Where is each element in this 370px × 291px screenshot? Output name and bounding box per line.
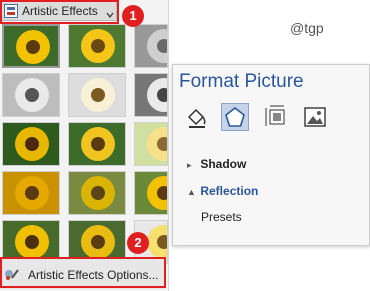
chevron-right-icon: ▸ [187,160,192,170]
sunflower-center [157,137,167,151]
sunflower-center [157,186,167,200]
sunflower-center [91,186,105,200]
effect-thumbnail-chalk-sketch[interactable] [134,73,168,117]
effect-thumbnail-texturizer[interactable] [134,171,168,215]
presets-label: Presets [201,210,242,224]
tab-effects[interactable] [221,103,249,131]
effect-thumbnail-none[interactable] [2,24,60,68]
presets-item[interactable]: Presets [201,210,242,224]
sunflower-center [157,235,167,249]
section-shadow-label: Shadow [200,157,247,171]
sunflower-center [91,137,105,151]
sunflower-center [25,186,39,200]
effect-thumbnail-paint-brush[interactable] [68,122,126,166]
highlight-options [0,257,166,288]
sunflower-center [91,39,105,53]
highlight-artistic-effects [0,0,119,24]
sunflower-center [25,88,39,102]
section-shadow[interactable]: ▸ Shadow [187,157,246,171]
effect-thumbnail-glow-diffused[interactable] [134,122,168,166]
effects-pentagon-icon [222,106,248,134]
effect-thumbnail-pencil-grayscale[interactable] [134,24,168,68]
watermark: @tgp [290,20,324,36]
sunflower-center [157,88,167,102]
fill-line-icon [183,108,211,135]
format-picture-pane: Format Picture ▸ Shadow ▲ Reflection Pre… [172,64,370,246]
effect-thumbnail-paint-strokes[interactable] [2,122,60,166]
effect-thumbnail-line-drawing[interactable] [68,73,126,117]
sunflower-center [26,40,40,54]
effect-thumbnail-cement[interactable] [68,171,126,215]
sunflower-center [25,137,39,151]
effect-thumbnail-pencil-sketch[interactable] [2,73,60,117]
tab-picture[interactable] [301,103,329,131]
section-reflection-label: Reflection [200,184,259,198]
sunflower-center [91,235,105,249]
tab-fill-line[interactable] [183,103,211,131]
expanded-triangle-icon: ▲ [187,187,196,197]
sunflower-center [91,88,105,102]
effect-thumbnail-mosaic[interactable] [2,171,60,215]
picture-icon [301,107,329,135]
sunflower-center [157,39,167,53]
tab-size-properties[interactable] [261,103,289,131]
effect-thumbnail-marker[interactable] [68,24,126,68]
size-properties-icon [261,105,289,135]
section-reflection[interactable]: ▲ Reflection [187,184,258,198]
sunflower-center [25,235,39,249]
step-badge-2: 2 [127,232,149,254]
pane-title: Format Picture [179,71,304,92]
step-badge-1: 1 [122,5,144,27]
